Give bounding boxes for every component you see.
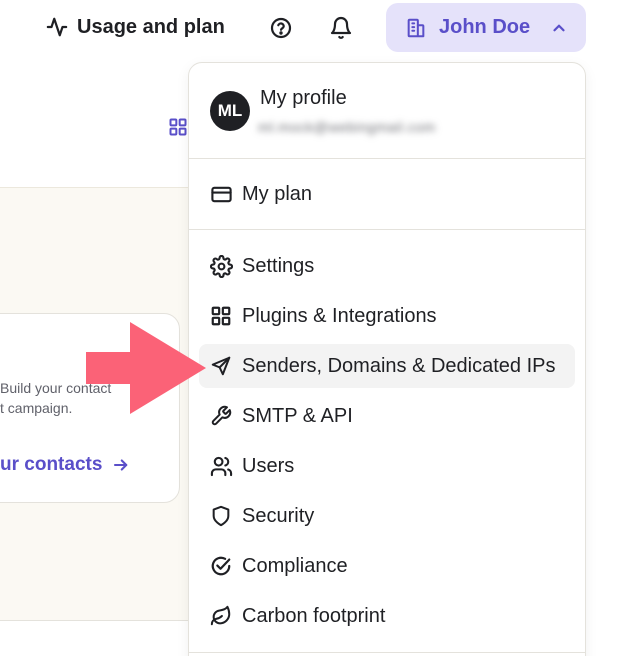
menu-item-compliance[interactable]: Compliance <box>199 544 575 588</box>
credit-card-icon <box>209 182 233 206</box>
send-icon <box>209 354 233 378</box>
usage-and-plan-button[interactable]: Usage and plan <box>46 14 225 40</box>
chevron-up-icon <box>553 24 565 31</box>
menu-item-users[interactable]: Users <box>199 444 575 488</box>
contacts-card-link[interactable]: ur contacts <box>0 454 130 476</box>
menu-item-label: Senders, Domains & Dedicated IPs <box>242 354 556 377</box>
menu-divider <box>189 158 585 159</box>
arrow-right-icon <box>114 459 128 471</box>
menu-item-settings[interactable]: Settings <box>199 244 575 288</box>
check-circle-icon <box>209 554 233 578</box>
menu-item-senders-domains-ips[interactable]: Senders, Domains & Dedicated IPs <box>199 344 575 388</box>
grid-icon[interactable] <box>168 117 188 137</box>
menu-item-label: Security <box>242 504 315 527</box>
gear-icon <box>209 254 233 278</box>
menu-item-label: Plugins & Integrations <box>242 304 437 327</box>
annotation-arrow <box>86 322 206 414</box>
menu-divider <box>189 229 585 230</box>
help-button[interactable] <box>269 16 293 40</box>
menu-item-carbon-footprint[interactable]: Carbon footprint <box>199 594 575 638</box>
menu-item-my-plan[interactable]: My plan <box>199 172 575 216</box>
menu-item-label: Compliance <box>242 554 348 577</box>
avatar: ML <box>210 91 250 131</box>
menu-item-smtp-api[interactable]: SMTP & API <box>199 394 575 438</box>
account-menu-button[interactable]: John Doe <box>386 3 586 52</box>
my-profile-label: My profile <box>260 87 347 109</box>
building-icon <box>407 18 425 37</box>
wrench-icon <box>209 404 233 428</box>
profile-email: ml.mock@webingmail.com <box>258 119 436 135</box>
menu-item-label: Carbon footprint <box>242 604 386 627</box>
leaf-icon <box>209 604 233 628</box>
users-icon <box>209 454 233 478</box>
menu-divider <box>189 652 585 653</box>
background-divider <box>0 620 200 621</box>
activity-icon <box>46 17 68 37</box>
top-bar: Usage and plan John Doe <box>0 0 622 56</box>
menu-item-label: Users <box>242 454 295 477</box>
menu-item-label: SMTP & API <box>242 404 353 427</box>
grid-icon <box>209 304 233 328</box>
my-profile-item[interactable]: ML My profile ml.mock@webingmail.com <box>189 63 585 159</box>
menu-item-label: My plan <box>242 182 313 205</box>
menu-item-label: Settings <box>242 254 315 277</box>
menu-item-security[interactable]: Security <box>199 494 575 538</box>
usage-and-plan-label: Usage and plan <box>77 15 225 38</box>
account-name: John Doe <box>439 16 531 38</box>
account-dropdown-menu: ML My profile ml.mock@webingmail.com My … <box>188 62 586 656</box>
menu-item-plugins-integrations[interactable]: Plugins & Integrations <box>199 294 575 338</box>
help-circle-icon <box>270 17 292 39</box>
shield-icon <box>209 504 233 528</box>
contacts-card-link-label: ur contacts <box>0 454 103 475</box>
notifications-button[interactable] <box>329 16 353 40</box>
bell-icon <box>330 16 352 40</box>
